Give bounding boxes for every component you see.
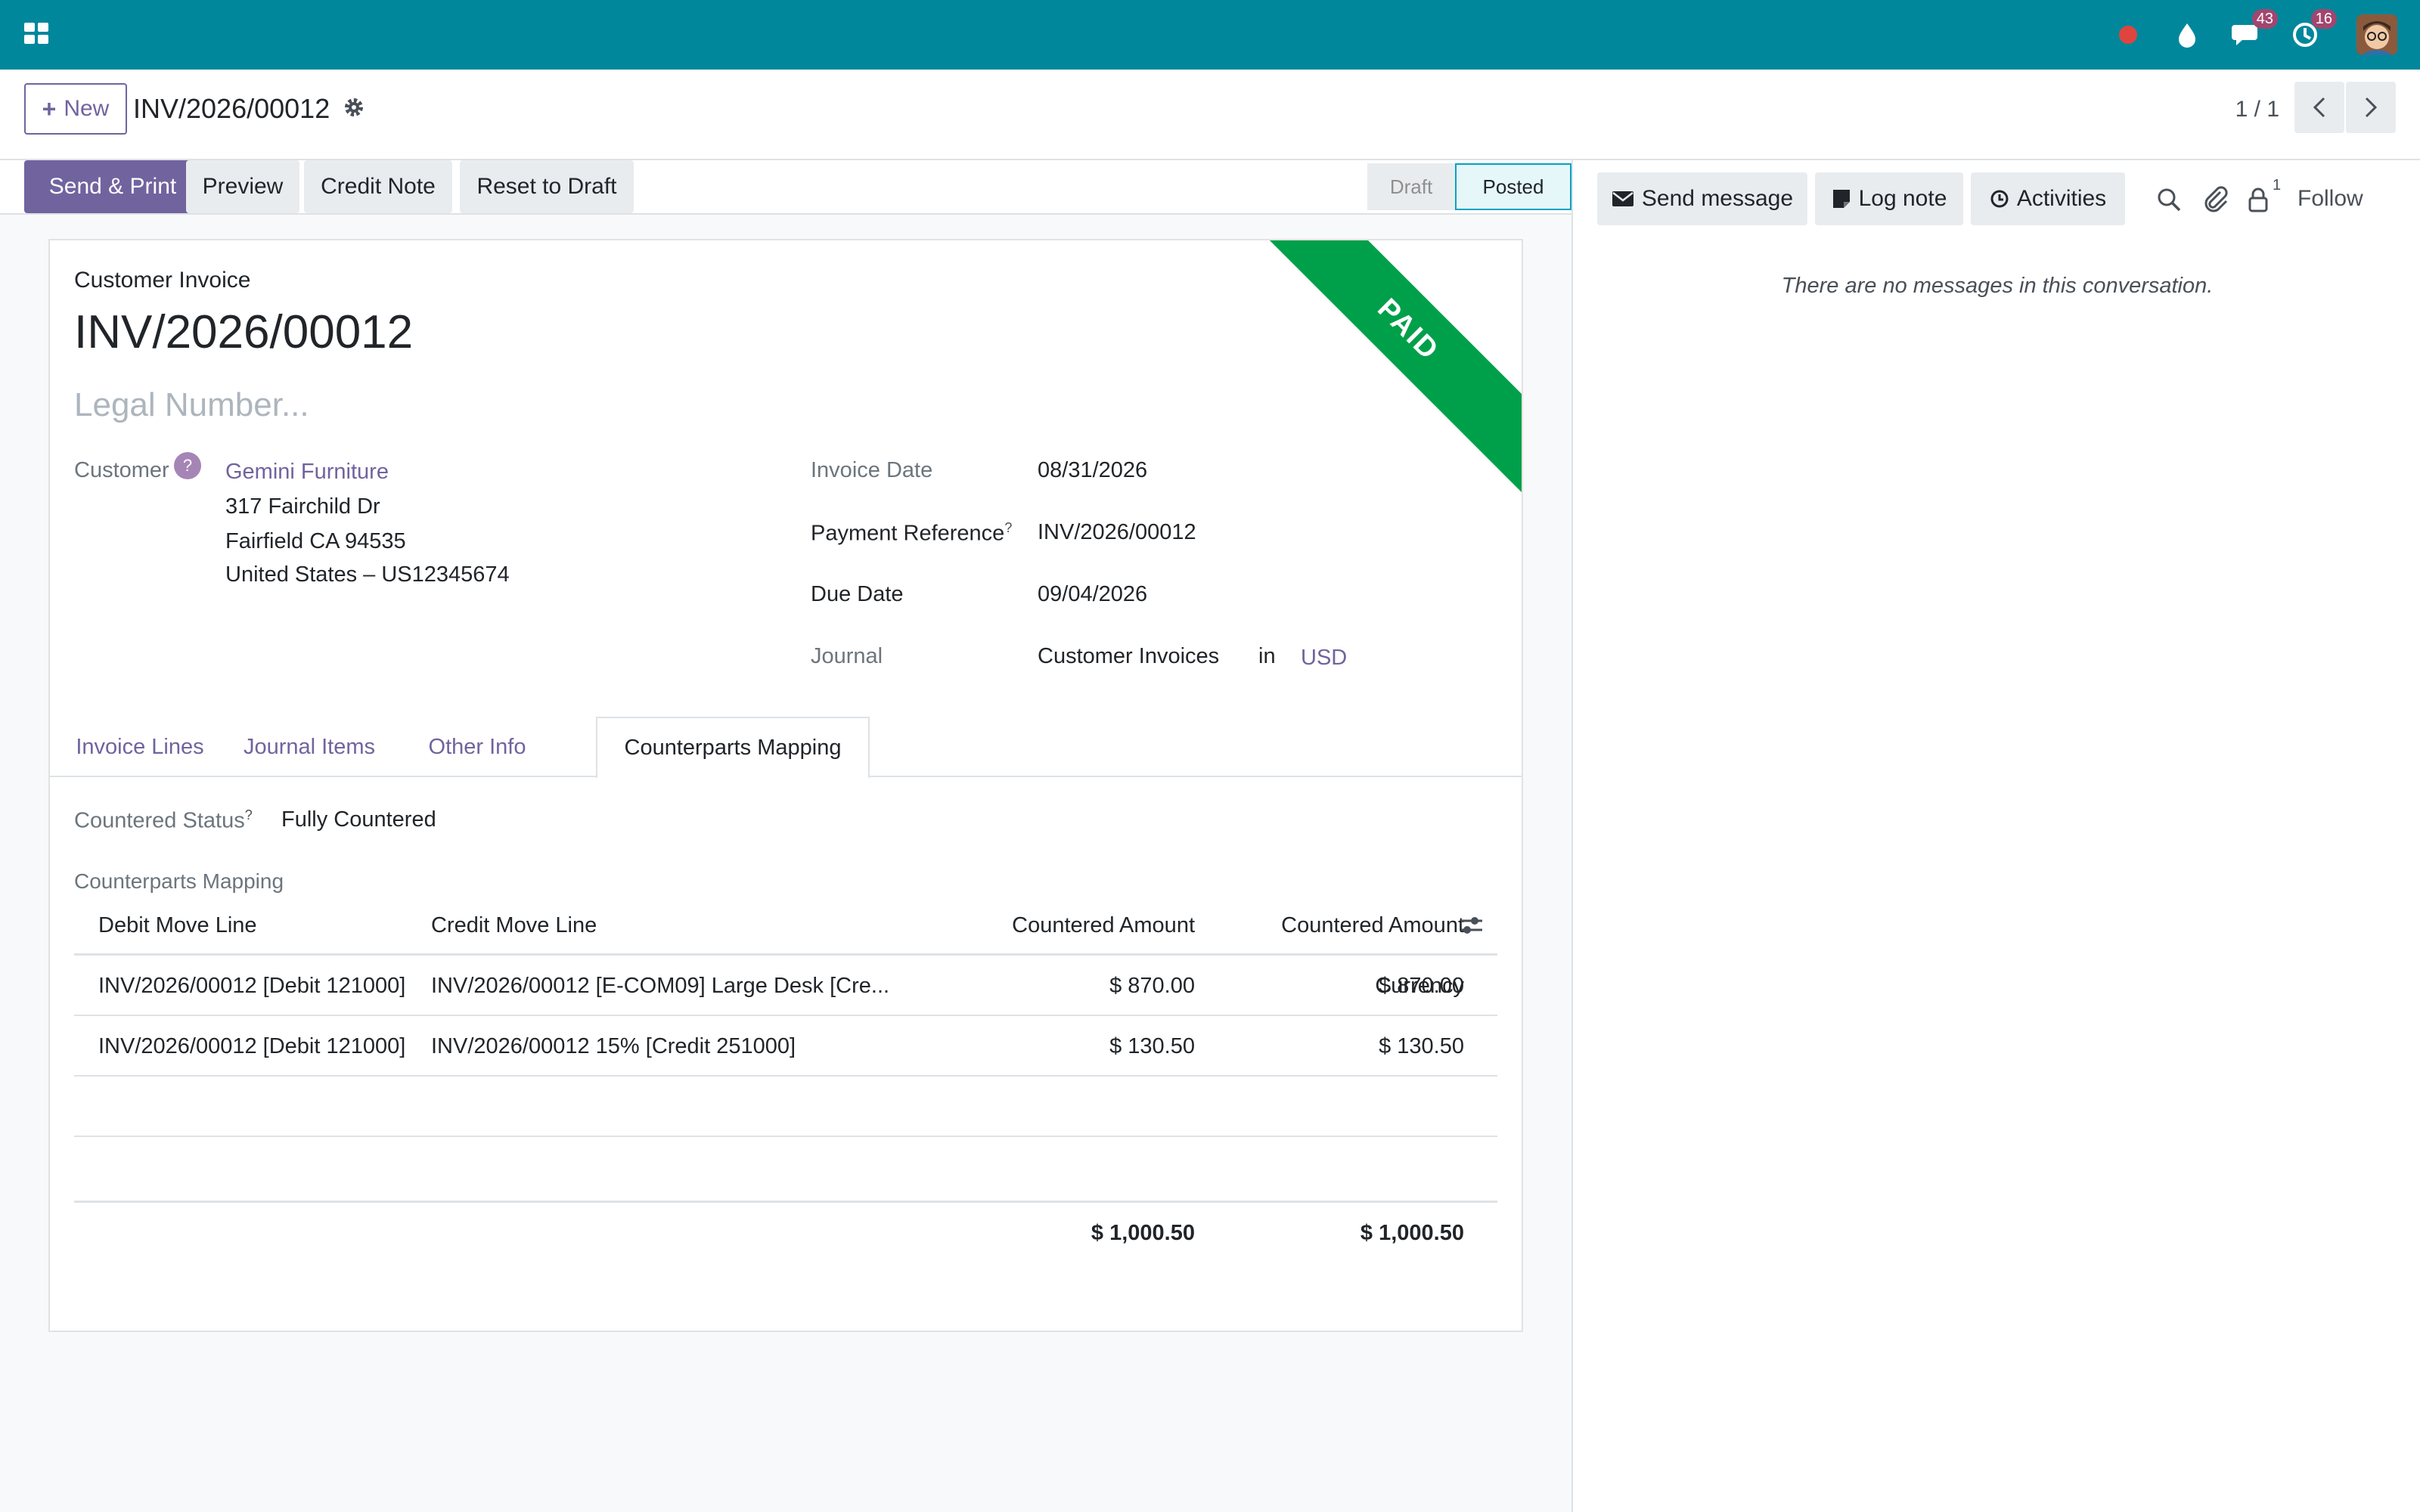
note-icon [1832,190,1850,208]
legal-number-input[interactable] [74,383,755,428]
activities-clock-icon[interactable]: 16 [2290,9,2337,50]
currency-link[interactable]: USD [1301,646,1347,671]
recording-dot-icon[interactable] [2113,20,2143,50]
stage-posted[interactable]: Posted [1455,163,1571,210]
follow-button[interactable]: Follow [2297,181,2363,216]
lock-followers-icon[interactable] [2245,186,2272,213]
payment-reference-label-text: Payment Reference [811,521,1005,546]
payment-reference-help-icon[interactable]: ? [1004,520,1012,535]
invoice-number-title: INV/2026/00012 [74,306,414,358]
messages-icon[interactable]: 43 [2231,9,2278,50]
customer-address-line-2: Fairfield CA 94535 [225,529,406,553]
preview-button[interactable]: Preview [186,160,299,213]
table-totals-row: $ 1,000.50 $ 1,000.50 [74,1201,1497,1261]
customer-help-icon[interactable]: ? [174,452,201,479]
debit-move-line-cell: INV/2026/00012 [Debit 121000] [98,974,406,998]
chatter-panel: Send message Log note Activities 1 Follo… [1571,160,2420,1512]
tab-counterparts-mapping[interactable]: Counterparts Mapping [596,717,870,779]
countered-status-value: Fully Countered [281,807,436,832]
water-drop-icon[interactable] [2172,20,2202,50]
counterparts-section-label: Counterparts Mapping [74,869,284,893]
statusbar: Send & Print Preview Credit Note Reset t… [0,160,1571,215]
customer-label: Customer [74,458,169,482]
send-message-label: Send message [1641,186,1794,211]
invoice-type-label: Customer Invoice [74,268,251,293]
journal-value[interactable]: Customer Invoices [1038,644,1219,669]
form-view: Send & Print Preview Credit Note Reset t… [0,160,1571,1512]
total-countered-amount-currency: $ 1,000.50 [1360,1221,1464,1245]
countered-status-label: Countered Status? [74,807,253,834]
messages-badge: 43 [2251,9,2278,29]
tab-journal-items[interactable]: Journal Items [230,717,389,777]
payment-reference-value[interactable]: INV/2026/00012 [1038,520,1196,545]
empty-table-row [74,1077,1497,1137]
countered-status-label-text: Countered Status [74,808,245,833]
credit-note-button[interactable]: Credit Note [304,160,452,213]
clock-icon [1990,190,2009,208]
notebook-tabs: Invoice Lines Journal Items Other Info C… [50,717,1522,779]
column-credit-move-line[interactable]: Credit Move Line [431,895,597,956]
customer-address-line-1: 317 Fairchild Dr [225,494,380,519]
due-date-label: Due Date [811,582,904,606]
credit-move-line-cell: INV/2026/00012 [E-COM09] Large Desk [Cre… [431,974,890,998]
empty-conversation-message: There are no messages in this conversati… [1781,274,2214,298]
pager-previous-button[interactable] [2294,82,2344,133]
tab-other-info[interactable]: Other Info [413,717,541,777]
due-date-value[interactable]: 09/04/2026 [1038,582,1147,607]
column-countered-amount-currency[interactable]: Countered Amount Currency [1195,895,1464,998]
chevron-left-icon [2313,97,2325,118]
invoice-date-label: Invoice Date [811,458,933,482]
journal-in-text: in [1258,644,1276,668]
breadcrumb-record-title: INV/2026/00012 [133,93,330,124]
paid-ribbon: PAID [1244,240,1522,494]
pager-next-button[interactable] [2346,82,2396,133]
activities-label: Activities [2016,186,2107,211]
envelope-icon [1612,191,1634,206]
tab-invoice-lines[interactable]: Invoice Lines [74,717,206,777]
countered-amount-cell: $ 870.00 [1109,974,1195,998]
log-note-button[interactable]: Log note [1815,172,1963,225]
send-message-button[interactable]: Send message [1597,172,1807,225]
gear-icon[interactable] [342,95,366,119]
reset-to-draft-button[interactable]: Reset to Draft [460,160,634,213]
paperclip-icon[interactable] [2202,186,2229,213]
payment-reference-label: Payment Reference? [811,520,1012,547]
countered-amount-cell: $ 130.50 [1109,1034,1195,1058]
column-settings-icon[interactable] [1458,912,1485,939]
user-avatar[interactable] [2356,14,2397,55]
new-button-label: New [64,96,110,121]
activities-button[interactable]: Activities [1971,172,2125,225]
table-row[interactable]: INV/2026/00012 [Debit 121000] INV/2026/0… [74,1016,1497,1077]
column-countered-amount[interactable]: Countered Amount [966,895,1195,956]
credit-move-line-cell: INV/2026/00012 15% [Credit 251000] [431,1034,796,1058]
activities-badge: 16 [2310,9,2337,29]
table-header: Debit Move Line Credit Move Line Counter… [74,895,1497,998]
send-print-button[interactable]: Send & Print [24,160,201,213]
stage-draft[interactable]: Draft [1367,163,1455,210]
column-debit-move-line[interactable]: Debit Move Line [98,895,257,956]
countered-amount-currency-cell: $ 130.50 [1379,1034,1464,1058]
navbar-systray: 43 16 [2084,0,2397,70]
pager-value[interactable]: 1 / 1 [2235,92,2279,127]
plus-icon: + [42,94,57,122]
table-row[interactable]: INV/2026/00012 [Debit 121000] INV/2026/0… [74,956,1497,1016]
top-navbar: 43 16 [0,0,2420,70]
customer-name-link[interactable]: Gemini Furniture [225,460,389,485]
follower-count: 1 [2273,177,2282,194]
countered-amount-currency-cell: $ 870.00 [1379,974,1464,998]
invoice-date-value[interactable]: 08/31/2026 [1038,458,1147,483]
chevron-right-icon [2365,97,2378,118]
debit-move-line-cell: INV/2026/00012 [Debit 121000] [98,1034,406,1058]
empty-table-row [74,1137,1497,1198]
total-countered-amount: $ 1,000.50 [1091,1221,1195,1245]
search-icon[interactable] [2155,186,2183,213]
invoice-sheet: PAID Customer Invoice INV/2026/00012 Cus… [48,239,1523,1332]
countered-status-help-icon[interactable]: ? [245,807,253,823]
customer-address-line-3: United States – US12345674 [225,562,510,587]
new-button[interactable]: + New [24,83,127,135]
journal-label: Journal [811,644,883,668]
apps-menu-icon[interactable] [23,20,50,48]
log-note-label: Log note [1858,186,1947,211]
